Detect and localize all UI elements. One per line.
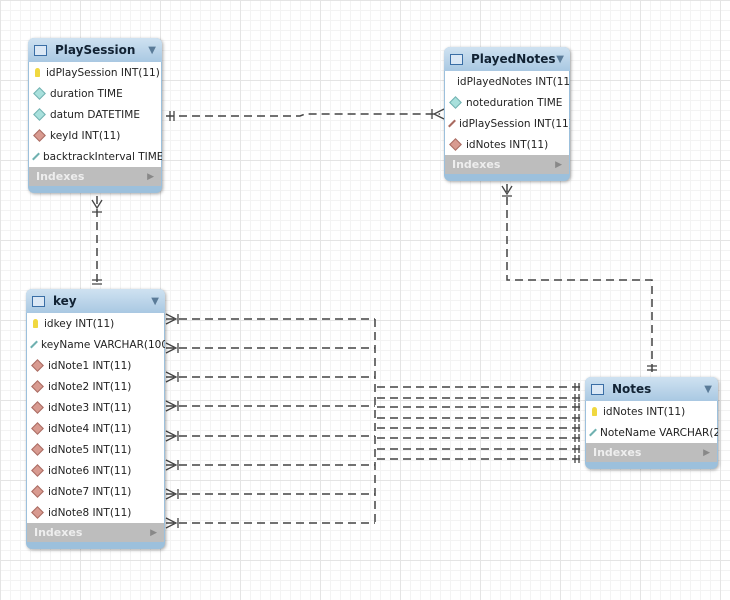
column-icon [30,340,38,349]
table-header[interactable]: key ▼ [26,289,165,313]
foreign-key-icon [449,138,462,151]
table-icon [34,44,47,56]
expand-arrow-icon: ▶ [555,159,562,170]
table-icon [591,383,604,395]
column-label: idNote4 INT(11) [48,422,132,435]
foreign-key-icon [31,464,44,477]
column-label: idNote2 INT(11) [48,380,132,393]
indexes-section[interactable]: Indexes ▶ [27,523,164,542]
column-row[interactable]: keyId INT(11) [29,125,161,146]
table-name: PlaySession [55,43,136,57]
many-marker [431,108,445,120]
foreign-key-icon [448,119,456,128]
column-icon [589,428,597,437]
table-header[interactable]: PlaySession ▼ [28,38,162,62]
table-playednotes[interactable]: PlayedNotes ▼ idPlayedNotes INT(11) notedur… [444,47,570,181]
table-notes[interactable]: Notes ▼ idNotes INT(11) NoteName VARCHAR(2)… [585,377,718,469]
column-label: idNote5 INT(11) [48,443,132,456]
column-label: idNote1 INT(11) [48,359,132,372]
column-row[interactable]: idNote7 INT(11) [27,481,164,502]
column-icon [33,108,46,121]
indexes-section[interactable]: Indexes ▶ [586,443,717,462]
table-icon [32,295,45,307]
foreign-key-icon [31,506,44,519]
column-label: idNote7 INT(11) [48,485,132,498]
column-row[interactable]: idPlaySession INT(11) [445,113,570,134]
column-row[interactable]: idPlaySession INT(11) [29,62,161,83]
column-label: idNotes INT(11) [466,138,549,151]
column-row[interactable]: idkey INT(11) [27,313,164,334]
primary-key-icon [33,319,38,328]
column-row[interactable]: idNote1 INT(11) [27,355,164,376]
indexes-label: Indexes [36,170,85,183]
column-row[interactable]: backtrackInterval TIME [29,146,162,167]
table-name: PlayedNotes [471,52,556,66]
column-row[interactable]: idNotes INT(11) [586,401,717,422]
primary-key-icon [592,407,597,416]
indexes-section[interactable]: Indexes ▶ [29,167,161,186]
column-label: idNote6 INT(11) [48,464,132,477]
table-name: Notes [612,382,652,396]
column-label: noteduration TIME [466,96,563,109]
column-row[interactable]: idNotes INT(11) [445,134,569,155]
foreign-key-icon [31,485,44,498]
column-label: idPlayedNotes INT(11) [457,75,570,88]
column-label: datum DATETIME [50,108,140,121]
foreign-key-icon [31,359,44,372]
column-icon [449,96,462,109]
table-icon [450,53,463,65]
column-icon [32,152,40,161]
collapse-arrow-icon[interactable]: ▼ [151,296,159,307]
table-name: key [53,294,77,308]
foreign-key-icon [31,401,44,414]
relationship-line[interactable] [166,113,440,117]
column-label: idkey INT(11) [44,317,115,330]
foreign-key-icon [31,422,44,435]
indexes-label: Indexes [452,158,501,171]
collapse-arrow-icon[interactable]: ▼ [704,384,712,395]
foreign-key-icon [31,443,44,456]
column-row[interactable]: noteduration TIME [445,92,569,113]
collapse-arrow-icon[interactable]: ▼ [148,45,156,56]
column-row[interactable]: idNote8 INT(11) [27,502,164,523]
column-row[interactable]: idNote4 INT(11) [27,418,164,439]
table-key[interactable]: key ▼ idkey INT(11) keyName VARCHAR(100) idN… [26,289,165,549]
column-label: NoteName VARCHAR(2) [600,426,718,439]
expand-arrow-icon: ▶ [703,447,710,458]
foreign-key-icon [33,129,46,142]
table-header[interactable]: Notes ▼ [585,377,718,401]
primary-key-icon [35,68,40,77]
column-label: keyName VARCHAR(100) [41,338,165,351]
foreign-key-icon [31,380,44,393]
column-row[interactable]: idNote2 INT(11) [27,376,164,397]
column-row[interactable]: datum DATETIME [29,104,161,125]
column-row[interactable]: duration TIME [29,83,161,104]
indexes-label: Indexes [593,446,642,459]
column-icon [33,87,46,100]
column-row[interactable]: idPlayedNotes INT(11) [445,71,570,92]
column-row[interactable]: idNote6 INT(11) [27,460,164,481]
column-label: backtrackInterval TIME [43,150,162,163]
column-row[interactable]: NoteName VARCHAR(2) [586,422,718,443]
column-row[interactable]: idNote5 INT(11) [27,439,164,460]
column-label: keyId INT(11) [50,129,121,142]
column-label: idNote8 INT(11) [48,506,132,519]
column-label: duration TIME [50,87,123,100]
table-header[interactable]: PlayedNotes ▼ [444,47,570,71]
column-row[interactable]: keyName VARCHAR(100) [27,334,165,355]
indexes-section[interactable]: Indexes ▶ [445,155,569,174]
table-playsession[interactable]: PlaySession ▼ idPlaySession INT(11) duratio… [28,38,162,193]
relationship-line[interactable] [506,184,653,374]
column-label: idPlaySession INT(11) [46,66,160,79]
column-label: idNote3 INT(11) [48,401,132,414]
expand-arrow-icon: ▶ [147,171,154,182]
column-row[interactable]: idNote3 INT(11) [27,397,164,418]
expand-arrow-icon: ▶ [150,527,157,538]
collapse-arrow-icon[interactable]: ▼ [556,54,564,65]
indexes-label: Indexes [34,526,83,539]
column-label: idPlaySession INT(11) [459,117,570,130]
column-label: idNotes INT(11) [603,405,686,418]
